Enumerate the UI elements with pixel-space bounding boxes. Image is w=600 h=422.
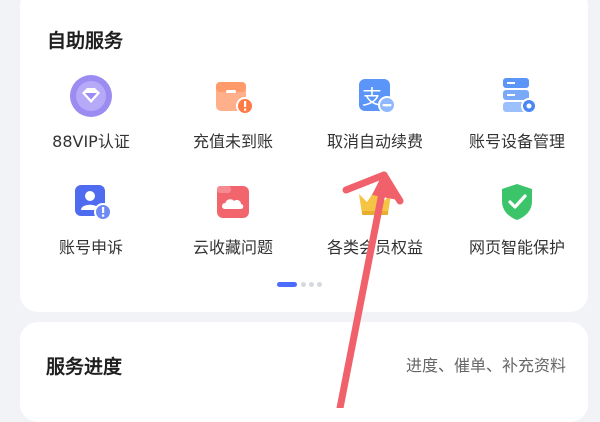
device-server-icon — [495, 74, 539, 118]
service-label: 各类会员权益 — [326, 238, 423, 257]
page-dot — [309, 282, 314, 287]
service-progress-card[interactable]: 服务进度 进度、催单、补充资料 — [20, 322, 588, 422]
service-label: 网页智能保护 — [468, 238, 565, 257]
shield-check-icon — [495, 180, 539, 224]
self-service-card: 自助服务 88VIP认证 充值未到账 支 取消自动续费 账号设备管理 账号申诉 … — [20, 0, 588, 312]
service-88vip[interactable]: 88VIP认证 — [20, 74, 162, 152]
cloud-folder-icon — [211, 180, 255, 224]
section-title: 自助服务 — [47, 30, 124, 52]
alipay-minus-icon: 支 — [353, 74, 397, 118]
service-cloud-favorites[interactable]: 云收藏问题 — [162, 180, 304, 258]
account-appeal-icon — [69, 180, 113, 224]
service-label: 充值未到账 — [192, 132, 273, 151]
service-label: 云收藏问题 — [192, 238, 273, 257]
service-web-protection[interactable]: 网页智能保护 — [446, 180, 588, 258]
service-member-benefits[interactable]: 各类会员权益 — [304, 180, 446, 258]
service-recharge[interactable]: 充值未到账 — [162, 74, 304, 152]
page-dot-active — [277, 282, 297, 287]
service-account-appeal[interactable]: 账号申诉 — [20, 180, 162, 258]
service-device-manage[interactable]: 账号设备管理 — [446, 74, 588, 152]
progress-title: 服务进度 — [46, 356, 123, 378]
service-label: 取消自动续费 — [326, 132, 423, 151]
service-label: 账号申诉 — [58, 238, 123, 257]
progress-subtitle[interactable]: 进度、催单、补充资料 — [406, 352, 566, 376]
wallet-alert-icon — [211, 74, 255, 118]
service-label: 88VIP认证 — [52, 132, 130, 151]
vip-diamond-icon — [69, 74, 113, 118]
service-cancel-autorenew[interactable]: 支 取消自动续费 — [304, 74, 446, 152]
page-dot — [301, 282, 306, 287]
page-dot — [317, 282, 322, 287]
crown-icon — [353, 180, 397, 224]
service-label: 账号设备管理 — [468, 132, 565, 151]
